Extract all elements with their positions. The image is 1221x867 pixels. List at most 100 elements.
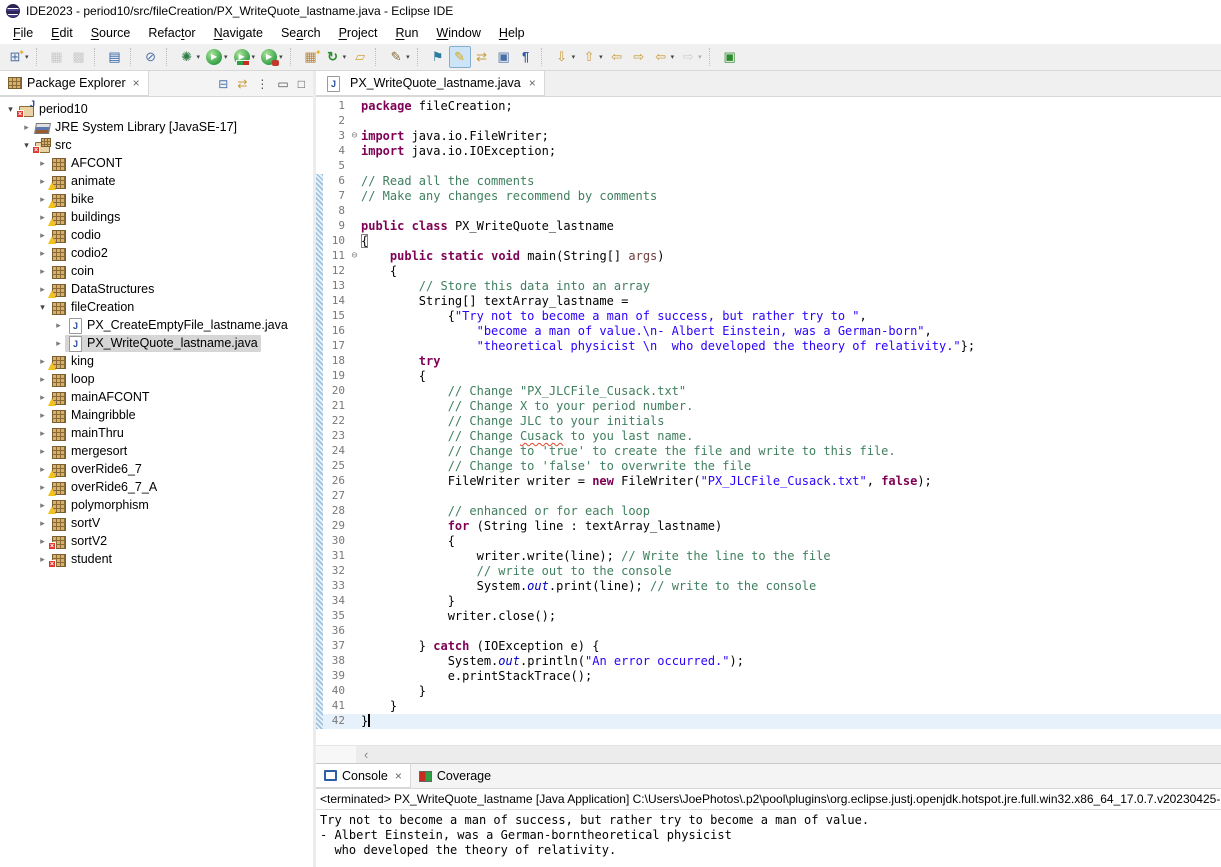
menu-search[interactable]: Search: [272, 24, 330, 42]
menu-navigate[interactable]: Navigate: [205, 24, 272, 42]
next-edit-location-button[interactable]: [628, 46, 650, 68]
code-line-32[interactable]: 32 // write out to the console: [316, 564, 1221, 579]
tree-item-mainThru[interactable]: ▸mainThru: [0, 424, 313, 442]
view-menu-icon[interactable]: ⋮: [256, 76, 268, 92]
show-whitespace-button[interactable]: [515, 46, 537, 68]
tree-item-mainAFCONT[interactable]: ▸mainAFCONT: [0, 388, 313, 406]
tree-collapsed-icon[interactable]: ▸: [20, 122, 33, 133]
dropdown-arrow-icon[interactable]: ▾: [698, 53, 702, 61]
code-line-31[interactable]: 31 writer.write(line); // Write the line…: [316, 549, 1221, 564]
tree-item-bike[interactable]: ▸bike: [0, 190, 313, 208]
tree-item-loop[interactable]: ▸loop: [0, 370, 313, 388]
new-wizard-button[interactable]: ▾: [4, 46, 32, 68]
code-line-12[interactable]: 12 {: [316, 264, 1221, 279]
code-line-42[interactable]: 42}: [316, 714, 1221, 729]
code-line-13[interactable]: 13 // Store this data into an array: [316, 279, 1221, 294]
tree-item-sortV2[interactable]: ▸×sortV2: [0, 532, 313, 550]
dropdown-arrow-icon[interactable]: ▾: [572, 53, 576, 61]
tree-collapsed-icon[interactable]: ▸: [36, 248, 49, 259]
menu-project[interactable]: Project: [330, 24, 387, 42]
code-line-30[interactable]: 30 {: [316, 534, 1221, 549]
code-line-2[interactable]: 2: [316, 114, 1221, 129]
dropdown-arrow-icon[interactable]: ▾: [343, 53, 347, 61]
editor-horizontal-scrollbar[interactable]: ‹: [316, 745, 1221, 763]
code-line-19[interactable]: 19 {: [316, 369, 1221, 384]
code-line-11[interactable]: 11⊖ public static void main(String[] arg…: [316, 249, 1221, 264]
code-editor[interactable]: 1package fileCreation;23⊖import java.io.…: [316, 97, 1221, 745]
tree-item-period10[interactable]: ▾×period10: [0, 100, 313, 118]
search-button[interactable]: ▾: [385, 46, 413, 68]
code-line-10[interactable]: 10{: [316, 234, 1221, 249]
dropdown-arrow-icon[interactable]: ▾: [224, 53, 228, 61]
link-with-editor-button[interactable]: [471, 46, 493, 68]
task-flag-button[interactable]: [427, 46, 449, 68]
tab-coverage[interactable]: Coverage: [411, 764, 499, 788]
tree-item-fileCreation[interactable]: ▾fileCreation: [0, 298, 313, 316]
tree-collapsed-icon[interactable]: ▸: [36, 518, 49, 529]
menu-help[interactable]: Help: [490, 24, 534, 42]
code-line-40[interactable]: 40 }: [316, 684, 1221, 699]
last-edit-location-button[interactable]: [606, 46, 628, 68]
code-line-8[interactable]: 8: [316, 204, 1221, 219]
tree-item-PX_CreateEmptyFile_lastname.java[interactable]: ▸PX_CreateEmptyFile_lastname.java: [0, 316, 313, 334]
tree-item-src[interactable]: ▾×src: [0, 136, 313, 154]
back-button[interactable]: ▾: [650, 46, 678, 68]
run-button[interactable]: ▾: [203, 46, 231, 68]
code-line-24[interactable]: 24 // Change to 'true' to create the fil…: [316, 444, 1221, 459]
tab-console[interactable]: Console×: [316, 764, 411, 788]
tree-item-animate[interactable]: ▸animate: [0, 172, 313, 190]
tree-item-overRide6_7_A[interactable]: ▸overRide6_7_A: [0, 478, 313, 496]
tree-item-sortV[interactable]: ▸sortV: [0, 514, 313, 532]
code-line-15[interactable]: 15 {"Try not to become a man of success,…: [316, 309, 1221, 324]
code-line-27[interactable]: 27: [316, 489, 1221, 504]
dropdown-arrow-icon[interactable]: ▾: [197, 53, 201, 61]
open-console-button[interactable]: [104, 46, 126, 68]
code-line-41[interactable]: 41 }: [316, 699, 1221, 714]
dropdown-arrow-icon[interactable]: ▾: [406, 53, 410, 61]
code-line-4[interactable]: 4import java.io.IOException;: [316, 144, 1221, 159]
fold-collapse-icon[interactable]: ⊖: [348, 129, 361, 144]
code-line-20[interactable]: 20 // Change "PX_JLCFile_Cusack.txt": [316, 384, 1221, 399]
tree-item-codio2[interactable]: ▸codio2: [0, 244, 313, 262]
menu-edit[interactable]: Edit: [42, 24, 82, 42]
tree-collapsed-icon[interactable]: ▸: [52, 338, 65, 349]
dropdown-arrow-icon[interactable]: ▾: [25, 53, 29, 61]
tab-package-explorer[interactable]: Package Explorer ×: [0, 71, 149, 96]
console-output[interactable]: Try not to become a man of success, but …: [316, 809, 1221, 867]
run-external-button[interactable]: ▾: [258, 46, 286, 68]
next-annotation-button[interactable]: ▾: [551, 46, 579, 68]
tree-collapsed-icon[interactable]: ▸: [36, 410, 49, 421]
dropdown-arrow-icon[interactable]: ▾: [599, 53, 603, 61]
tree-item-DataStructures[interactable]: ▸DataStructures: [0, 280, 313, 298]
tree-item-buildings[interactable]: ▸buildings: [0, 208, 313, 226]
tree-item-polymorphism[interactable]: ▸polymorphism: [0, 496, 313, 514]
code-line-16[interactable]: 16 "become a man of value.\n- Albert Ein…: [316, 324, 1221, 339]
code-line-29[interactable]: 29 for (String line : textArray_lastname…: [316, 519, 1221, 534]
code-line-6[interactable]: 6// Read all the comments: [316, 174, 1221, 189]
code-line-7[interactable]: 7// Make any changes recommend by commen…: [316, 189, 1221, 204]
code-line-1[interactable]: 1package fileCreation;: [316, 99, 1221, 114]
open-task-button[interactable]: [349, 46, 371, 68]
show-selected-element-button[interactable]: [493, 46, 515, 68]
code-line-33[interactable]: 33 System.out.print(line); // write to t…: [316, 579, 1221, 594]
tree-collapsed-icon[interactable]: ▸: [36, 266, 49, 277]
tree-expanded-icon[interactable]: ▾: [36, 302, 49, 313]
tree-collapsed-icon[interactable]: ▸: [36, 158, 49, 169]
previous-annotation-button[interactable]: ▾: [578, 46, 606, 68]
tree-collapsed-icon[interactable]: ▸: [36, 374, 49, 385]
debug-button[interactable]: ▾: [176, 46, 204, 68]
tree-item-PX_WriteQuote_lastname.java[interactable]: ▸PX_WriteQuote_lastname.java: [0, 334, 313, 352]
coverage-button[interactable]: ▾: [231, 46, 259, 68]
scroll-left-icon[interactable]: ‹: [364, 747, 368, 762]
fold-collapse-icon[interactable]: ⊖: [348, 249, 361, 264]
minimize-icon[interactable]: ▭: [277, 76, 288, 92]
tree-item-AFCONT[interactable]: ▸AFCONT: [0, 154, 313, 172]
tree-item-JRE-System-Library-JavaSE-17-[interactable]: ▸JRE System Library [JavaSE-17]: [0, 118, 313, 136]
close-icon[interactable]: ×: [133, 76, 140, 90]
run-last-button[interactable]: ▾: [322, 46, 350, 68]
code-line-14[interactable]: 14 String[] textArray_lastname =: [316, 294, 1221, 309]
code-line-37[interactable]: 37 } catch (IOException e) {: [316, 639, 1221, 654]
menu-file[interactable]: File: [4, 24, 42, 42]
dropdown-arrow-icon[interactable]: ▾: [252, 53, 256, 61]
scrollbar-track[interactable]: ‹: [356, 746, 1221, 763]
